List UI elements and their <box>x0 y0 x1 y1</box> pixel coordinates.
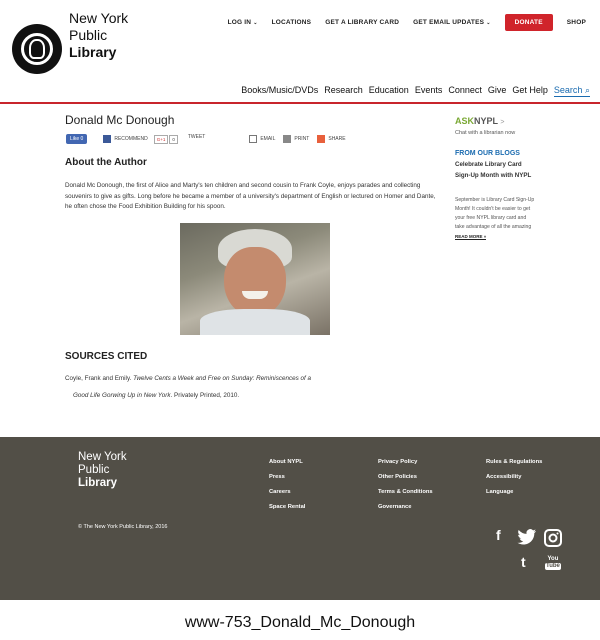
citation-rest: . Privately Printed, 2010. <box>170 392 240 399</box>
author-bio: Donald Mc Donough, the first of Alice an… <box>65 182 436 210</box>
share-bar: Like 0 RECOMMEND G+1 0 TWEET EMAIL PRINT… <box>66 134 346 144</box>
email-label: EMAIL <box>260 136 276 142</box>
footer-link-accessibility[interactable]: Accessibility <box>486 470 542 485</box>
sources-heading: SOURCES CITED <box>65 351 148 362</box>
share-label: SHARE <box>328 136 346 142</box>
envelope-icon <box>249 135 258 143</box>
citation-line-1: Coyle, Frank and Emily. Twelve Cents a W… <box>65 375 311 382</box>
citation-authors: Coyle, Frank and Emily. <box>65 375 132 382</box>
recommend-button[interactable]: RECOMMEND <box>103 135 148 143</box>
blog-post-title[interactable]: Celebrate Library Card Sign-Up Month wit… <box>455 160 535 181</box>
nav-events[interactable]: Events <box>415 85 443 97</box>
facebook-icon[interactable]: f <box>496 527 501 543</box>
footer-link-other-policies[interactable]: Other Policies <box>378 470 433 485</box>
search-toggle[interactable]: Search ⌕ <box>553 85 590 97</box>
chevron-down-icon: ⌄ <box>486 20 491 26</box>
footer-link-terms[interactable]: Terms & Conditions <box>378 485 433 500</box>
twitter-icon[interactable] <box>517 529 537 548</box>
youtube-icon[interactable]: You Tube <box>545 556 561 570</box>
read-more-link[interactable]: READ MORE » <box>455 234 487 240</box>
blog-excerpt-text: September is Library Card Sign-Up Month!… <box>455 197 535 230</box>
locations-link[interactable]: LOCATIONS <box>272 19 312 26</box>
footer-link-space-rental[interactable]: Space Rental <box>269 500 305 515</box>
nav-give[interactable]: Give <box>488 85 507 97</box>
footer-logo[interactable]: New York Public Library <box>78 451 127 490</box>
site-footer: New York Public Library About NYPL Press… <box>0 437 600 600</box>
site-header: New York Public Library LOG IN ⌄ LOCATIO… <box>0 0 600 104</box>
footer-link-press[interactable]: Press <box>269 470 305 485</box>
image-caption: www-753_Donald_Mc_Donough <box>184 614 416 631</box>
footer-link-about[interactable]: About NYPL <box>269 455 305 470</box>
logo-line-2: Public <box>69 27 108 43</box>
citation-title-part1: Twelve Cents a Week and Free on Sunday: … <box>133 375 312 382</box>
footer-link-language[interactable]: Language <box>486 485 542 500</box>
footer-column-3: Rules & Regulations Accessibility Langua… <box>486 455 542 500</box>
tumblr-icon[interactable]: t <box>521 554 526 570</box>
blog-post-excerpt: September is Library Card Sign-Up Month!… <box>455 196 535 242</box>
main-nav: Books/Music/DVDs Research Education Even… <box>235 85 590 97</box>
shop-link[interactable]: SHOP <box>567 19 586 26</box>
page-title: Donald Mc Donough <box>65 113 175 127</box>
footer-link-privacy[interactable]: Privacy Policy <box>378 455 433 470</box>
logo-line-1: New York <box>69 10 129 26</box>
print-button[interactable]: PRINT <box>283 135 309 143</box>
logo-line-3: Library <box>69 44 117 60</box>
author-photo <box>180 223 330 335</box>
share-button[interactable]: SHARE <box>317 135 346 143</box>
nav-education[interactable]: Education <box>369 85 409 97</box>
search-icon: ⌕ <box>584 85 590 95</box>
footer-logo-line-2: Public <box>78 464 110 476</box>
footer-logo-line-3: Library <box>78 477 117 489</box>
print-label: PRINT <box>294 136 310 142</box>
recommend-label: RECOMMEND <box>114 136 148 142</box>
footer-column-2: Privacy Policy Other Policies Terms & Co… <box>378 455 433 515</box>
facebook-like-button[interactable]: Like 0 <box>66 134 88 144</box>
footer-link-careers[interactable]: Careers <box>269 485 305 500</box>
footer-logo-line-1: New York <box>78 451 127 463</box>
blogs-heading[interactable]: FROM OUR BLOGS <box>455 150 520 157</box>
citation-line-2: Good Life Gorwing Up in New York. Privat… <box>73 392 239 399</box>
nypl-lion-logo-icon[interactable] <box>12 24 62 74</box>
ask-label: ASK <box>455 116 475 126</box>
nav-connect[interactable]: Connect <box>448 85 482 97</box>
tweet-button[interactable]: TWEET <box>188 134 206 140</box>
email-updates-link[interactable]: GET EMAIL UPDATES ⌄ <box>413 19 490 26</box>
site-logo-text[interactable]: New York Public Library <box>69 10 128 61</box>
instagram-icon[interactable] <box>544 529 562 550</box>
citation-title-part2: Good Life Gorwing Up in New York <box>73 392 171 399</box>
ask-subtitle[interactable]: Chat with a librarian now <box>455 130 515 136</box>
nypl-label: NYPL <box>474 116 498 126</box>
facebook-icon <box>103 135 112 143</box>
login-link[interactable]: LOG IN ⌄ <box>228 19 258 26</box>
nav-books-music-dvds[interactable]: Books/Music/DVDs <box>241 85 318 97</box>
footer-column-1: About NYPL Press Careers Space Rental <box>269 455 305 515</box>
utility-nav: LOG IN ⌄ LOCATIONS GET A LIBRARY CARD GE… <box>214 14 586 31</box>
ask-nypl-link[interactable]: ASKNYPL > <box>455 116 504 126</box>
chevron-down-icon: ⌄ <box>253 20 258 26</box>
plus-icon <box>317 135 326 143</box>
library-card-link[interactable]: GET A LIBRARY CARD <box>325 19 399 26</box>
donate-button[interactable]: DONATE <box>504 14 553 31</box>
about-heading: About the Author <box>65 157 147 168</box>
footer-link-rules[interactable]: Rules & Regulations <box>486 455 542 470</box>
copyright-text: © The New York Public Library, 2016 <box>78 524 168 530</box>
google-plus-count: 0 <box>169 134 178 144</box>
footer-link-governance[interactable]: Governance <box>378 500 433 515</box>
printer-icon <box>283 135 292 143</box>
email-share-button[interactable]: EMAIL <box>249 135 275 143</box>
nav-research[interactable]: Research <box>324 85 363 97</box>
chevron-right-icon: > <box>500 119 505 126</box>
nav-get-help[interactable]: Get Help <box>512 85 548 97</box>
google-plus-button[interactable]: G+1 <box>153 134 169 144</box>
